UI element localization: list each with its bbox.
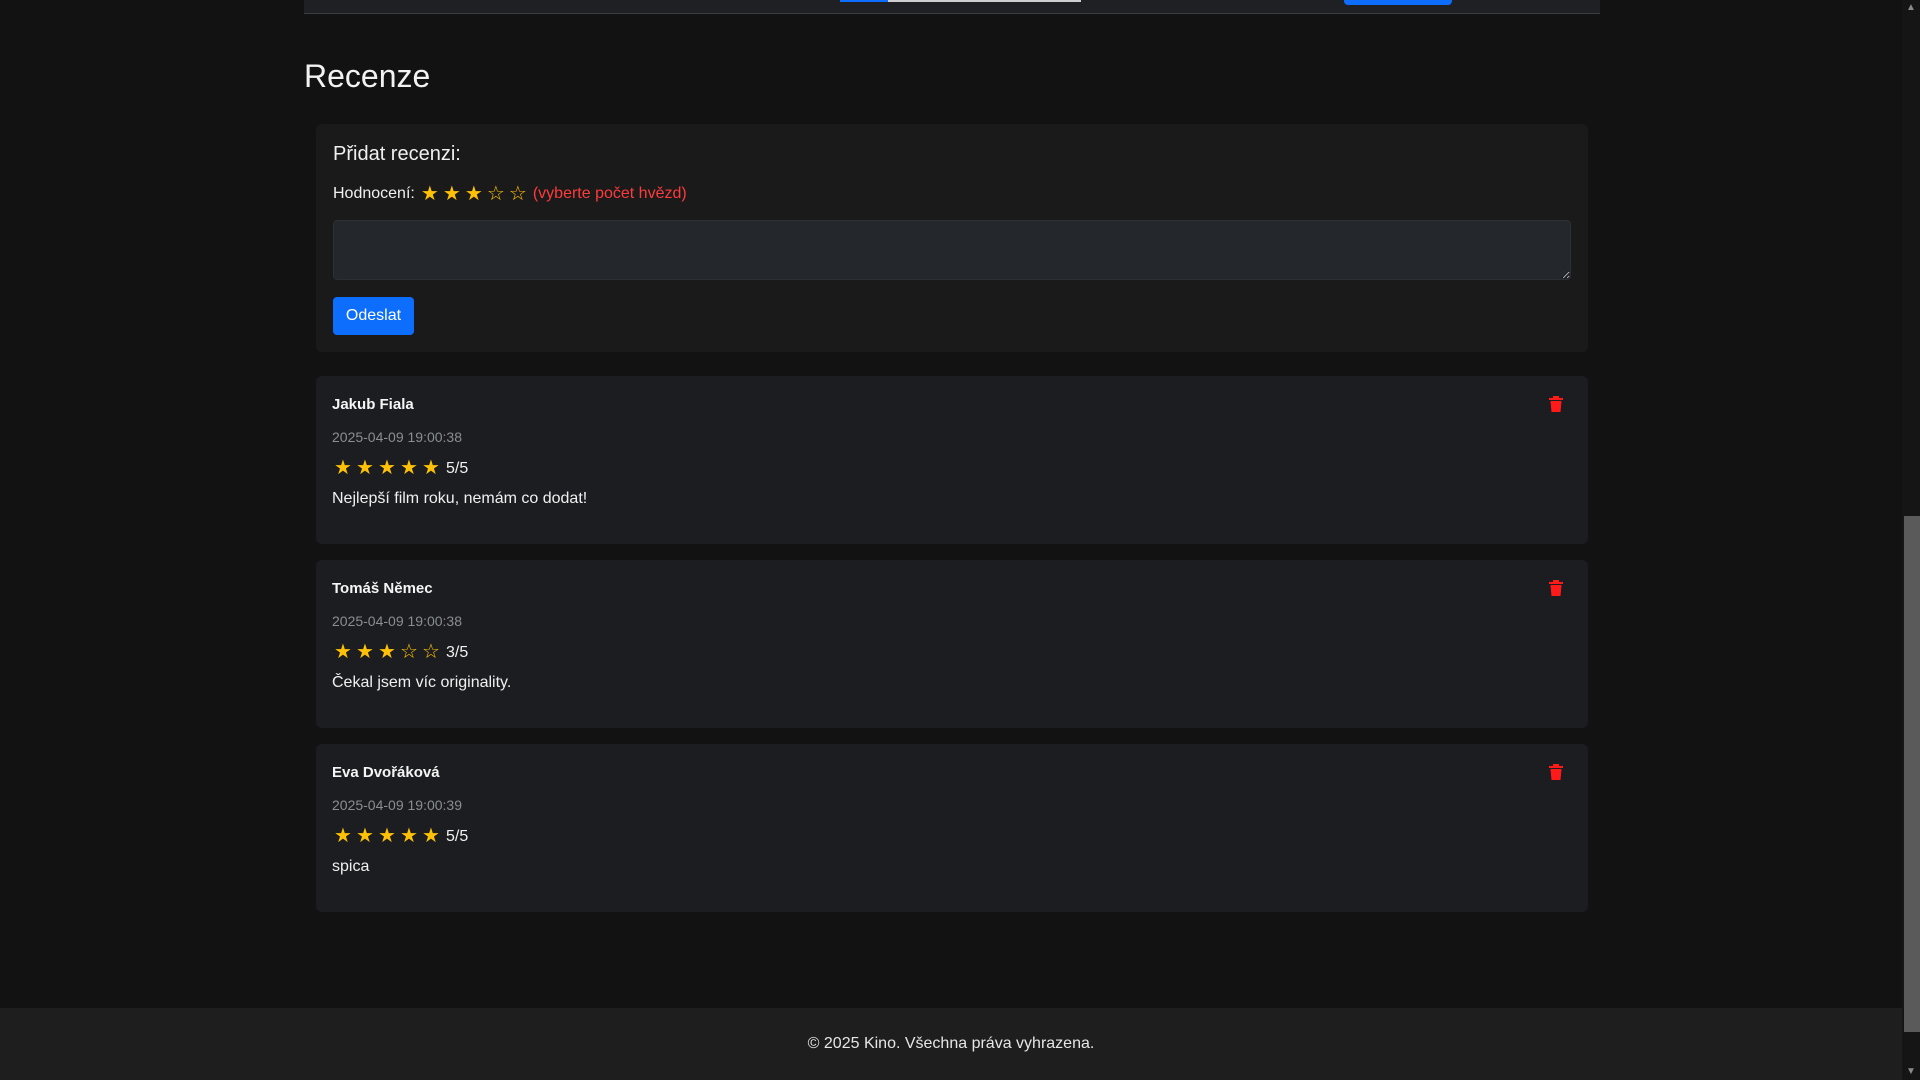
review-stars: ★ ★ ★ ★ ★ [332,826,442,847]
trash-icon [1549,763,1563,780]
star-outline-icon: ☆ [400,641,418,663]
page-scrollbar[interactable]: ▲ ▼ [1902,0,1920,1080]
star-icon: ★ [356,457,374,479]
rating-hint: (vyberte počet hvězd) [532,185,687,202]
star-icon: ★ [334,457,352,479]
review-stars: ★ ★ ★ ☆ ☆ [332,642,442,663]
review-score: 5/5 [446,459,469,477]
star-icon: ★ [334,641,352,663]
star-icon[interactable]: ★ [463,184,485,204]
scroll-down-icon[interactable]: ▼ [1902,1064,1920,1080]
footer-text: © 2025 Kino. Všechna práva vyhrazena. [807,1035,1095,1052]
page-title: Recenze [304,58,431,94]
review-date: 2025-04-09 19:00:39 [332,797,462,813]
star-icon: ★ [356,641,374,663]
form-title: Přidat recenzi: [333,143,461,165]
review-card: Jakub Fiala 2025-04-09 19:00:38 ★ ★ ★ ★ ★ 5/… [316,376,1588,544]
delete-review-button[interactable] [1546,762,1566,784]
star-icon: ★ [422,457,440,479]
review-rating: ★ ★ ★ ★ ★ 5/5 [332,826,468,847]
review-author: Tomáš Němec [332,580,433,597]
star-icon[interactable]: ★ [441,184,463,204]
rating-stars: ★ ★ ★ ☆ ☆ [419,184,529,204]
star-outline-icon[interactable]: ☆ [507,184,529,204]
review-text: Čekal jsem víc originality. [332,674,512,691]
review-rating: ★ ★ ★ ☆ ☆ 3/5 [332,642,468,663]
review-date: 2025-04-09 19:00:38 [332,429,462,445]
star-icon: ★ [422,825,440,847]
delete-review-button[interactable] [1546,578,1566,600]
delete-review-button[interactable] [1546,394,1566,416]
trash-icon [1549,579,1563,596]
nav-search-underline[interactable] [888,0,1081,2]
review-score: 5/5 [446,827,469,845]
review-stars: ★ ★ ★ ★ ★ [332,458,442,479]
review-author: Jakub Fiala [332,396,414,413]
nav-active-indicator [840,0,888,2]
review-card: Eva Dvořáková 2025-04-09 19:00:39 ★ ★ ★ ★ ★ … [316,744,1588,912]
review-text: spica [332,858,370,875]
review-text: Nejlepší film roku, nemám co dodat! [332,490,588,507]
star-icon: ★ [400,825,418,847]
review-author: Eva Dvořáková [332,764,440,781]
star-icon: ★ [400,457,418,479]
scroll-thumb[interactable] [1904,516,1920,1032]
star-icon: ★ [378,825,396,847]
rating-label: Hodnocení: [333,185,415,202]
star-icon: ★ [334,825,352,847]
submit-button[interactable]: Odeslat [333,297,414,335]
review-textarea[interactable] [333,220,1571,280]
star-icon: ★ [356,825,374,847]
top-navbar [304,0,1600,14]
trash-icon [1549,395,1563,412]
nav-button[interactable] [1344,0,1452,5]
star-outline-icon[interactable]: ☆ [485,184,507,204]
review-rating: ★ ★ ★ ★ ★ 5/5 [332,458,468,479]
review-score: 3/5 [446,643,469,661]
scroll-up-icon[interactable]: ▲ [1902,0,1920,16]
rating-selector: Hodnocení: ★ ★ ★ ☆ ☆ (vyberte počet hvězd) [333,184,687,204]
star-icon: ★ [378,457,396,479]
review-card: Tomáš Němec 2025-04-09 19:00:38 ★ ★ ★ ☆ ☆ 3/… [316,560,1588,728]
add-review-form: Přidat recenzi: Hodnocení: ★ ★ ★ ☆ ☆ (vybert… [316,124,1588,352]
review-date: 2025-04-09 19:00:38 [332,613,462,629]
footer: © 2025 Kino. Všechna práva vyhrazena. [0,1008,1902,1080]
star-icon: ★ [378,641,396,663]
star-outline-icon: ☆ [422,641,440,663]
star-icon[interactable]: ★ [419,184,441,204]
